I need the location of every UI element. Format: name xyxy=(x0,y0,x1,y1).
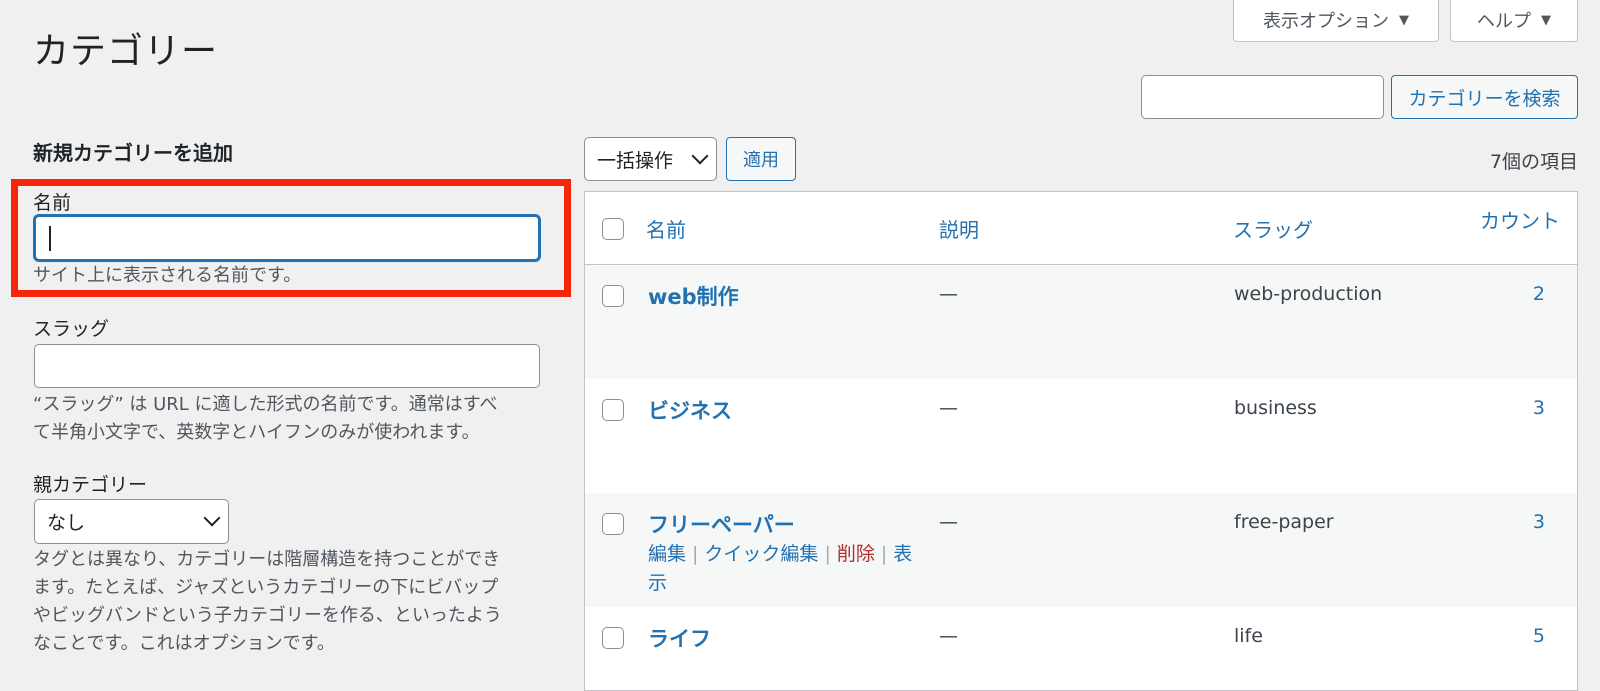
row-checkbox[interactable] xyxy=(602,399,624,421)
triangle-down-icon: ▼ xyxy=(1399,12,1409,28)
select-all-checkbox[interactable] xyxy=(602,218,624,240)
table-row: ライフ — life 5 xyxy=(585,607,1577,690)
chevron-down-icon xyxy=(203,509,221,527)
parent-category-label: 親カテゴリー xyxy=(33,474,148,496)
category-slug-input[interactable] xyxy=(34,344,540,388)
table-row: web制作 — web-production 2 xyxy=(585,265,1577,379)
category-slug: business xyxy=(1234,397,1317,419)
chevron-down-icon xyxy=(691,147,709,165)
category-description: — xyxy=(939,511,958,533)
category-name-link[interactable]: フリーペーパー xyxy=(648,509,795,539)
category-slug: free-paper xyxy=(1234,511,1334,533)
page-title: カテゴリー xyxy=(33,31,219,72)
separator: | xyxy=(824,543,831,565)
category-name-link[interactable]: ビジネス xyxy=(648,395,732,425)
item-count: 7個の項目 xyxy=(1489,151,1578,173)
table-row: フリーペーパー — free-paper 3 編集 | クイック編集 | 削除 | 表示 xyxy=(585,493,1577,607)
category-description: — xyxy=(939,283,958,305)
column-description[interactable]: 説明 xyxy=(939,214,979,243)
category-count-link[interactable]: 5 xyxy=(1533,625,1545,647)
slug-label: スラッグ xyxy=(33,318,110,340)
column-name[interactable]: 名前 xyxy=(646,214,686,243)
add-category-heading: 新規カテゴリーを追加 xyxy=(33,141,233,165)
triangle-down-icon: ▼ xyxy=(1541,12,1551,28)
screen-options-label: 表示オプション xyxy=(1263,11,1389,32)
row-checkbox[interactable] xyxy=(602,285,624,307)
category-search-input[interactable] xyxy=(1141,75,1384,119)
separator: | xyxy=(692,543,699,565)
help-label: ヘルプ xyxy=(1477,11,1531,32)
row-checkbox[interactable] xyxy=(602,513,624,535)
search-categories-button[interactable]: カテゴリーを検索 xyxy=(1391,75,1578,119)
edit-link[interactable]: 編集 xyxy=(648,543,686,565)
parent-category-select[interactable]: なし xyxy=(34,499,229,544)
parent-hint-line-4: なことです。これはオプションです。 xyxy=(33,633,335,654)
category-description: — xyxy=(939,625,958,647)
name-hint: サイト上に表示される名前です。 xyxy=(33,265,302,286)
view-link[interactable]: 表 xyxy=(893,543,912,565)
parent-hint-line-3: やビッグバンドという子カテゴリーを作る、といったよう xyxy=(33,605,502,626)
view-link-continued[interactable]: 示 xyxy=(648,572,667,594)
screen-options-button[interactable]: 表示オプション ▼ xyxy=(1233,0,1439,42)
slug-hint-line-2: て半角小文字で、英数字とハイフンのみが使われます。 xyxy=(33,422,480,443)
category-name-link[interactable]: ライフ xyxy=(648,623,711,653)
row-actions: 編集 | クイック編集 | 削除 | 表示 xyxy=(648,540,918,598)
help-button[interactable]: ヘルプ ▼ xyxy=(1450,0,1578,42)
parent-hint-line-1: タグとは異なり、カテゴリーは階層構造を持つことができ xyxy=(33,549,501,570)
quick-edit-link[interactable]: クイック編集 xyxy=(704,543,818,565)
column-count[interactable]: カウント xyxy=(1480,205,1560,234)
category-count-link[interactable]: 3 xyxy=(1533,397,1545,419)
table-row: ビジネス — business 3 xyxy=(585,379,1577,493)
categories-table: 名前 説明 スラッグ カウント web制作 — web-production 2… xyxy=(584,191,1578,691)
category-name-input[interactable] xyxy=(34,215,540,261)
row-checkbox[interactable] xyxy=(602,627,624,649)
category-slug: web-production xyxy=(1234,283,1383,305)
category-description: — xyxy=(939,397,958,419)
category-name-link[interactable]: web制作 xyxy=(648,281,739,311)
bulk-actions-select[interactable]: 一括操作 xyxy=(584,137,717,181)
column-slug[interactable]: スラッグ xyxy=(1233,214,1313,243)
delete-link[interactable]: 削除 xyxy=(837,543,875,565)
parent-hint-line-2: ます。たとえば、ジャズというカテゴリーの下にビバップ xyxy=(33,577,499,598)
parent-category-value: なし xyxy=(47,512,86,534)
table-header: 名前 説明 スラッグ カウント xyxy=(585,192,1577,265)
apply-button[interactable]: 適用 xyxy=(726,137,796,181)
name-label: 名前 xyxy=(33,192,72,214)
bulk-actions-value: 一括操作 xyxy=(597,149,674,172)
slug-hint-line-1: “スラッグ” は URL に適した形式の名前です。通常はすべ xyxy=(33,394,498,415)
category-slug: life xyxy=(1234,625,1263,647)
category-count-link[interactable]: 3 xyxy=(1533,511,1545,533)
text-caret xyxy=(49,226,51,251)
separator: | xyxy=(880,543,888,565)
category-count-link[interactable]: 2 xyxy=(1533,283,1545,305)
